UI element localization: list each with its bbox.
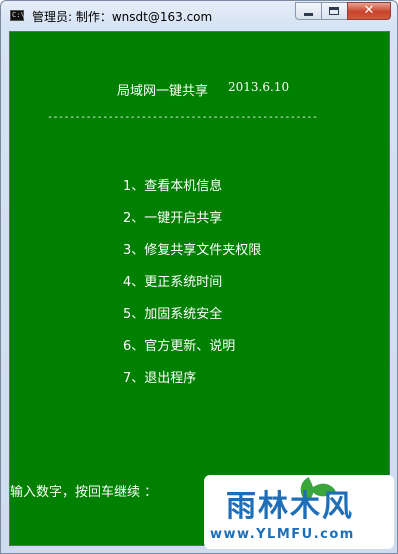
version-date: 2013.6.10: [228, 80, 290, 94]
page-title: 局域网一键共享: [117, 84, 209, 99]
menu-item-2: 2、一键开启共享: [123, 211, 223, 226]
watermark-text: 雨林木风: [226, 489, 354, 524]
menu-item-6: 6、官方更新、说明: [123, 339, 236, 354]
caption-buttons: ✕: [295, 2, 391, 21]
menu-item-5: 5、加固系统安全: [123, 307, 223, 322]
console-window: C:\ 管理员: 制作：wnsdt@163.com ✕ 局域网一键共享 2013…: [0, 0, 398, 554]
menu-item-4: 4、更正系统时间: [123, 275, 223, 290]
close-button[interactable]: ✕: [347, 2, 391, 20]
maximize-button[interactable]: [321, 2, 347, 20]
minimize-button[interactable]: [295, 2, 321, 20]
console-icon[interactable]: C:\: [10, 10, 25, 21]
window-title: 管理员: 制作：wnsdt@163.com: [32, 10, 213, 24]
title-bar[interactable]: C:\ 管理员: 制作：wnsdt@163.com ✕: [1, 1, 397, 29]
menu-item-1: 1、查看本机信息: [123, 179, 223, 194]
divider-line: ----------------------------------------…: [47, 112, 318, 123]
console-area[interactable]: 局域网一键共享 2013.6.10 ----------------------…: [9, 31, 390, 546]
maximize-icon: [329, 7, 339, 15]
menu-item-3: 3、修复共享文件夹权限: [123, 243, 262, 258]
minimize-icon: [304, 13, 313, 16]
input-prompt[interactable]: 输入数字，按回车继续 ：: [10, 481, 157, 500]
menu-item-7: 7、退出程序: [123, 371, 197, 386]
watermark-logo: 雨林木风 www.YLMFU.com: [204, 475, 394, 549]
close-icon: ✕: [363, 3, 375, 18]
watermark-url: www.YLMFU.com: [210, 527, 355, 542]
